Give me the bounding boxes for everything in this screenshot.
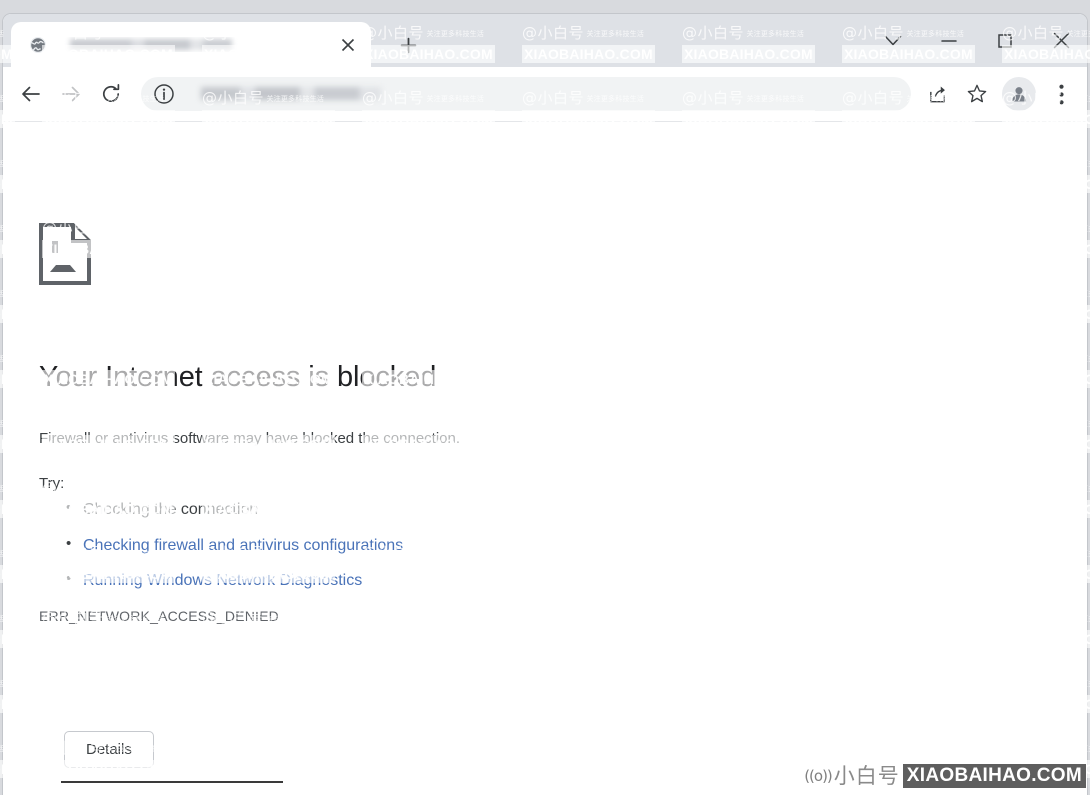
brand-name-cn: 小白号 xyxy=(833,763,900,788)
reload-icon xyxy=(102,84,120,103)
try-label: Try: xyxy=(39,475,65,493)
suggestion-link-diagnostics[interactable]: Running Windows Network Diagnostics xyxy=(83,572,362,589)
error-subtitle: Firewall or antivirus software may have … xyxy=(39,429,461,447)
maximize-icon xyxy=(998,33,1012,48)
globe-icon xyxy=(30,36,46,53)
suggestion-link-firewall[interactable]: Checking firewall and antivirus configur… xyxy=(83,537,403,554)
close-icon xyxy=(341,38,355,51)
list-item[interactable]: Running Windows Network Diagnostics xyxy=(66,572,679,590)
details-button[interactable]: Details xyxy=(64,731,154,768)
share-icon xyxy=(929,85,945,102)
window-controls xyxy=(865,14,1087,67)
error-code: ERR_NETWORK_ACCESS_DENIED xyxy=(39,608,279,625)
browser-window: Your Internet access is blocked Firewall… xyxy=(2,13,1088,795)
back-arrow-icon xyxy=(22,86,40,102)
error-content: Your Internet access is blocked Firewall… xyxy=(39,223,679,624)
three-dot-menu-icon xyxy=(1058,84,1064,104)
address-blur-bar xyxy=(201,87,381,100)
close-icon xyxy=(1053,32,1069,49)
page-title: Your Internet access is blocked xyxy=(39,361,437,393)
back-button[interactable] xyxy=(11,74,51,114)
minimize-button[interactable] xyxy=(921,21,977,61)
suggestion-list: Checking the connection Checking firewal… xyxy=(39,500,679,590)
chevron-down-icon xyxy=(884,35,902,46)
minimize-icon xyxy=(941,39,957,42)
maximize-button[interactable] xyxy=(977,21,1033,61)
forward-arrow-icon xyxy=(62,86,80,102)
desktop-backdrop xyxy=(0,0,1090,14)
tab-strip xyxy=(3,14,1087,67)
plus-icon xyxy=(400,37,416,53)
close-window-button[interactable] xyxy=(1033,21,1087,61)
info-icon[interactable] xyxy=(153,83,175,105)
profile-button[interactable] xyxy=(1002,77,1036,111)
person-icon xyxy=(1011,87,1027,102)
tab-title-redacted xyxy=(56,37,335,52)
bookmark-button[interactable] xyxy=(957,74,997,114)
address-bar-value-redacted[interactable] xyxy=(185,85,899,103)
tab-search-button[interactable] xyxy=(865,21,921,61)
browser-menu-button[interactable] xyxy=(1041,74,1081,114)
browser-toolbar xyxy=(3,67,1087,122)
share-button[interactable] xyxy=(917,74,957,114)
list-item: Checking the connection xyxy=(66,500,679,519)
list-item[interactable]: Checking firewall and antivirus configur… xyxy=(66,536,679,555)
new-tab-button[interactable] xyxy=(389,30,427,60)
star-icon xyxy=(967,84,987,103)
browser-tab-active[interactable] xyxy=(11,22,371,67)
address-bar[interactable] xyxy=(141,77,911,111)
tab-title-blur-bar xyxy=(70,39,232,50)
error-page: Your Internet access is blocked Firewall… xyxy=(3,123,1087,795)
tab-close-button[interactable] xyxy=(335,32,361,58)
brand-domain: XIAOBAIHAO.COM xyxy=(902,764,1086,788)
wifi-signal-icon: ((o)) xyxy=(804,767,833,785)
sad-page-icon xyxy=(39,223,91,285)
brand-badge: ((o)) 小白号 XIAOBAIHAO.COM xyxy=(804,763,1086,789)
forward-button[interactable] xyxy=(51,74,91,114)
reload-button[interactable] xyxy=(91,74,131,114)
bottom-divider xyxy=(61,781,283,783)
